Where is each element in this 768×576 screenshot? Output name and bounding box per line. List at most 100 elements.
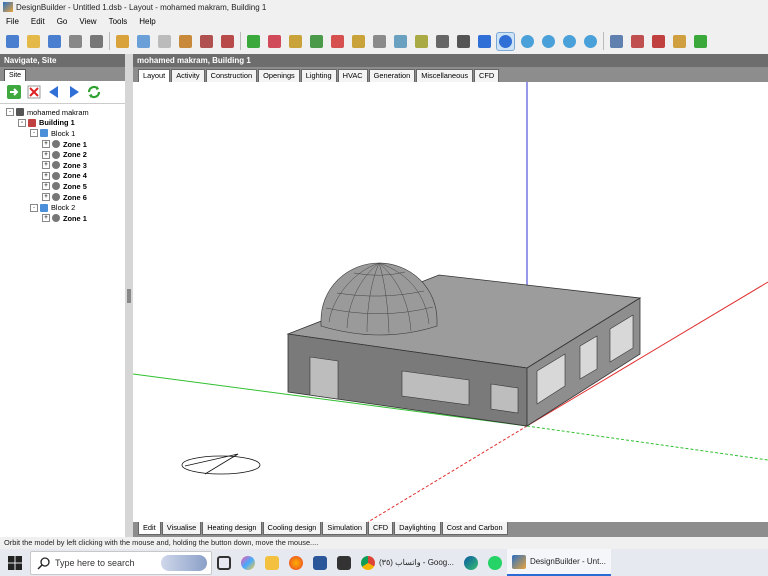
tab-activity[interactable]: Activity [171, 69, 205, 82]
tab-generation[interactable]: Generation [368, 69, 416, 82]
cube-icon[interactable] [433, 32, 451, 50]
bottom-tab-simulation[interactable]: Simulation [322, 522, 367, 535]
tab-construction[interactable]: Construction [205, 69, 258, 82]
paste-icon[interactable] [176, 32, 194, 50]
tree-item[interactable]: + Zone 2 [0, 149, 126, 160]
edge-icon[interactable] [459, 549, 483, 576]
model-canvas[interactable] [133, 82, 768, 522]
menu-edit[interactable]: Edit [25, 17, 51, 26]
bottom-tab-cost-and-carbon[interactable]: Cost and Carbon [441, 522, 508, 535]
taskbar-app-designbuilder[interactable]: DesignBuilder - Unt... [506, 549, 611, 576]
measure-icon[interactable] [155, 32, 173, 50]
copy-icon[interactable] [197, 32, 215, 50]
menu-help[interactable]: Help [133, 17, 161, 26]
tree-icon[interactable] [370, 32, 388, 50]
add-block-icon[interactable] [328, 32, 346, 50]
tab-hvac[interactable]: HVAC [337, 69, 368, 82]
bottom-tab-daylighting[interactable]: Daylighting [394, 522, 441, 535]
collapse-icon[interactable]: - [30, 203, 38, 212]
clip-icon[interactable] [391, 32, 409, 50]
heart-icon[interactable] [265, 32, 283, 50]
windows-start-icon[interactable] [0, 549, 30, 576]
zoom-in-icon[interactable] [518, 32, 536, 50]
layout-icon[interactable] [607, 32, 625, 50]
model-viewport[interactable] [133, 82, 768, 522]
grid-icon[interactable] [134, 32, 152, 50]
tree-item[interactable]: + Zone 1 [0, 139, 126, 150]
tree-item[interactable]: - mohamed makram [0, 107, 126, 118]
render-icon[interactable] [649, 32, 667, 50]
wrench-icon[interactable] [113, 32, 131, 50]
bottom-tab-cooling-design[interactable]: Cooling design [262, 522, 322, 535]
tree-item[interactable]: + Zone 5 [0, 181, 126, 192]
zoom-window-icon[interactable] [581, 32, 599, 50]
firefox-icon[interactable] [284, 549, 308, 576]
open-folder-icon[interactable] [24, 32, 42, 50]
collapse-icon[interactable]: - [18, 118, 26, 127]
refresh-icon[interactable] [86, 84, 102, 100]
bottom-tab-edit[interactable]: Edit [138, 522, 161, 535]
copilot-icon[interactable] [236, 549, 260, 576]
word-icon[interactable] [308, 549, 332, 576]
collapse-icon[interactable]: - [30, 129, 38, 138]
bottom-tab-cfd[interactable]: CFD [367, 522, 394, 535]
file-explorer-icon[interactable] [260, 549, 284, 576]
expand-icon[interactable]: + [42, 193, 50, 202]
block-icon[interactable] [307, 32, 325, 50]
zoom-out-icon[interactable] [560, 32, 578, 50]
whatsapp-icon[interactable] [483, 549, 507, 576]
tab-openings[interactable]: Openings [258, 69, 300, 82]
menu-file[interactable]: File [0, 17, 25, 26]
expand-icon[interactable]: + [42, 161, 50, 170]
save-icon[interactable] [45, 32, 63, 50]
menu-go[interactable]: Go [51, 17, 74, 26]
expand-icon[interactable]: + [42, 150, 50, 159]
bottom-tab-visualise[interactable]: Visualise [161, 522, 202, 535]
component-icon[interactable] [218, 32, 236, 50]
export-icon[interactable] [87, 32, 105, 50]
tab-lighting[interactable]: Lighting [300, 69, 337, 82]
tree-item[interactable]: + Zone 6 [0, 192, 126, 203]
grid-view-icon[interactable] [628, 32, 646, 50]
panel-splitter[interactable] [125, 54, 133, 537]
line-icon[interactable] [454, 32, 472, 50]
tab-layout[interactable]: Layout [138, 69, 171, 82]
help-cursor-icon[interactable] [475, 32, 493, 50]
expand-icon[interactable]: + [42, 171, 50, 180]
zoom-extent-icon[interactable] [539, 32, 557, 50]
tree-item[interactable]: - Block 1 [0, 128, 126, 139]
pencil-tool-icon[interactable] [349, 32, 367, 50]
tab-site[interactable]: Site [4, 69, 27, 81]
tree-item[interactable]: - Building 1 [0, 118, 126, 129]
menu-tools[interactable]: Tools [103, 17, 134, 26]
forward-arrow-icon[interactable] [6, 84, 22, 100]
collapse-icon[interactable]: - [6, 108, 14, 117]
tree-item[interactable]: - Block 2 [0, 202, 126, 213]
tree-item[interactable]: + Zone 3 [0, 160, 126, 171]
tree-item[interactable]: + Zone 4 [0, 171, 126, 182]
bars-icon[interactable] [670, 32, 688, 50]
tab-cfd[interactable]: CFD [474, 69, 500, 82]
select-arrow-icon[interactable] [244, 32, 262, 50]
expand-icon[interactable]: + [42, 140, 50, 149]
menu-view[interactable]: View [73, 17, 102, 26]
delete-icon[interactable] [26, 84, 42, 100]
expand-icon[interactable]: + [42, 182, 50, 191]
print-icon[interactable] [66, 32, 84, 50]
new-file-icon[interactable] [3, 32, 21, 50]
next-icon[interactable] [66, 84, 82, 100]
bottom-tab-heating-design[interactable]: Heating design [202, 522, 262, 535]
tab-miscellaneous[interactable]: Miscellaneous [416, 69, 474, 82]
task-view-icon[interactable] [212, 549, 236, 576]
back-icon[interactable] [46, 84, 62, 100]
expand-icon[interactable]: + [42, 214, 50, 223]
clipchamp-icon[interactable] [332, 549, 356, 576]
taskbar-app-chrome[interactable]: واتساب (٣٥) - Goog... [356, 549, 459, 576]
taskbar-search-box[interactable]: Type here to search [30, 550, 212, 575]
orbit-icon[interactable] [496, 31, 515, 51]
splitter-handle[interactable] [127, 289, 131, 303]
shapes-icon[interactable] [412, 32, 430, 50]
shield-icon[interactable] [286, 32, 304, 50]
ca-icon[interactable] [691, 32, 709, 50]
tree-item[interactable]: + Zone 1 [0, 213, 126, 224]
